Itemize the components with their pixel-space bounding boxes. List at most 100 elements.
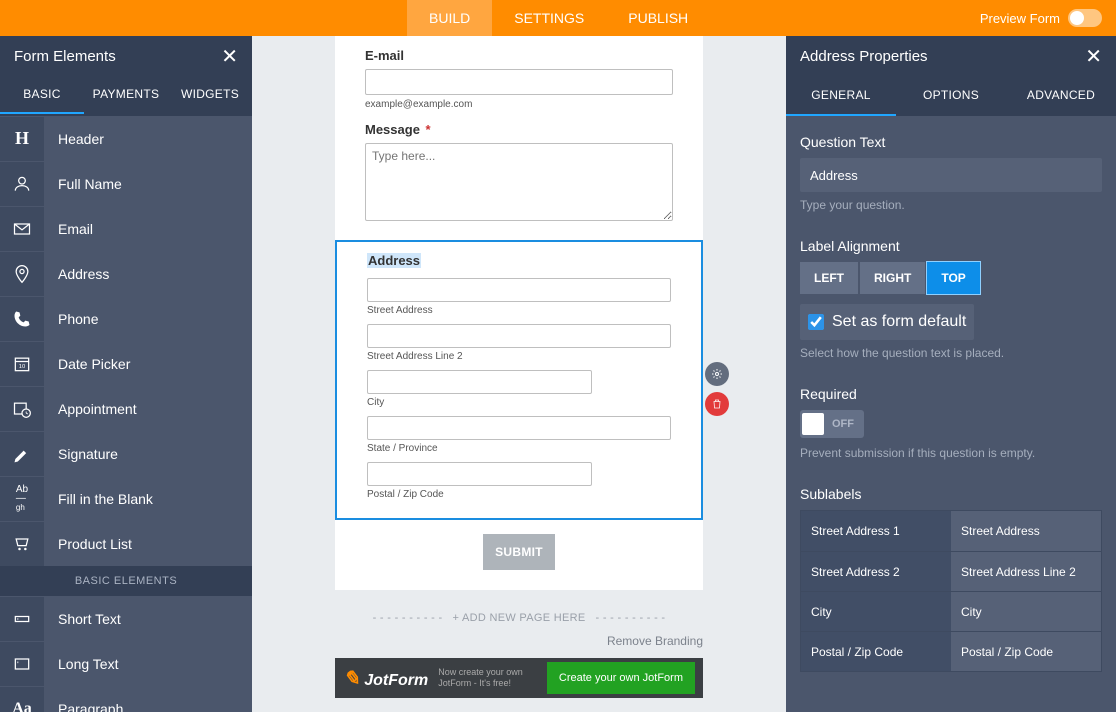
close-icon[interactable]: ✕ (221, 44, 238, 69)
alignment-segment: LEFT RIGHT TOP (800, 262, 1102, 294)
paragraph-icon: Aa (0, 687, 44, 712)
right-tab-advanced[interactable]: ADVANCED (1006, 76, 1116, 116)
element-phone[interactable]: Phone (0, 296, 252, 341)
preview-toggle[interactable] (1068, 9, 1102, 27)
right-tabs: GENERAL OPTIONS ADVANCED (786, 76, 1116, 116)
email-hint: example@example.com (365, 99, 673, 110)
set-default-row[interactable]: Set as form default (800, 304, 974, 340)
element-label: Signature (44, 446, 252, 462)
left-tab-widgets[interactable]: WIDGETS (168, 76, 252, 114)
blank-icon: Ab—gh (0, 477, 44, 521)
align-right-button[interactable]: RIGHT (860, 262, 925, 294)
element-label: Address (44, 266, 252, 282)
top-nav: BUILD SETTINGS PUBLISH (407, 0, 710, 36)
gear-icon[interactable] (705, 362, 729, 386)
tab-publish[interactable]: PUBLISH (606, 0, 710, 36)
element-fill-blank[interactable]: Ab—gh Fill in the Blank (0, 476, 252, 521)
question-text-input[interactable] (800, 158, 1102, 192)
sublabel-value[interactable]: Street Address Line 2 (951, 552, 1101, 591)
question-text-label: Question Text (800, 134, 1102, 150)
state-input[interactable] (367, 416, 671, 440)
email-field-label: E-mail (365, 48, 673, 63)
jotform-logo: ✎ JotForm (343, 666, 428, 691)
element-long-text[interactable]: Long Text (0, 641, 252, 686)
set-default-label: Set as form default (832, 313, 966, 331)
element-label: Short Text (44, 611, 252, 627)
question-text-hint: Type your question. (800, 198, 1102, 212)
city-sublabel: City (367, 397, 671, 408)
promo-banner: ✎ JotForm Now create your own JotForm - … (335, 658, 703, 698)
message-textarea[interactable] (365, 143, 673, 221)
set-default-checkbox[interactable] (808, 314, 824, 330)
required-hint: Prevent submission if this question is e… (800, 446, 1102, 460)
right-panel-title: Address Properties (800, 48, 928, 65)
left-tabs: BASIC PAYMENTS WIDGETS (0, 76, 252, 116)
element-paragraph[interactable]: Aa Paragraph (0, 686, 252, 712)
remove-branding-link[interactable]: Remove Branding (335, 634, 703, 648)
address-block-selected[interactable]: Address Street Address Street Address Li… (335, 240, 703, 520)
left-tab-payments[interactable]: PAYMENTS (84, 76, 168, 114)
left-tab-basic[interactable]: BASIC (0, 76, 84, 114)
right-tab-general[interactable]: GENERAL (786, 76, 896, 116)
required-off-label: OFF (824, 418, 862, 430)
pin-icon (0, 252, 44, 296)
tab-build[interactable]: BUILD (407, 0, 492, 36)
right-tab-options[interactable]: OPTIONS (896, 76, 1006, 116)
element-label: Fill in the Blank (44, 491, 252, 507)
label-alignment-label: Label Alignment (800, 238, 1102, 254)
promo-text: Now create your own JotForm - It's free! (438, 667, 547, 689)
section-basic-elements: BASIC ELEMENTS (0, 566, 252, 596)
right-panel: Address Properties ✕ GENERAL OPTIONS ADV… (786, 36, 1116, 712)
left-panel-header: Form Elements ✕ (0, 36, 252, 76)
element-short-text[interactable]: Short Text (0, 596, 252, 641)
element-email[interactable]: Email (0, 206, 252, 251)
sublabel-value[interactable]: City (951, 592, 1101, 631)
mail-icon (0, 207, 44, 251)
form-area: E-mail example@example.com Message * Add… (335, 36, 703, 590)
postal-sublabel: Postal / Zip Code (367, 489, 671, 500)
toggle-handle (802, 413, 824, 435)
sublabel-value[interactable]: Street Address (951, 511, 1101, 551)
element-product-list[interactable]: Product List (0, 521, 252, 566)
email-input[interactable] (365, 69, 673, 95)
city-input[interactable] (367, 370, 592, 394)
align-top-button[interactable]: TOP (927, 262, 979, 294)
element-label: Phone (44, 311, 252, 327)
tab-settings[interactable]: SETTINGS (492, 0, 606, 36)
alignment-hint: Select how the question text is placed. (800, 346, 1102, 360)
required-toggle[interactable]: OFF (800, 410, 864, 438)
add-new-page[interactable]: - - - - - - - - - - + ADD NEW PAGE HERE … (335, 612, 703, 624)
promo-cta-button[interactable]: Create your own JotForm (547, 662, 695, 694)
element-label: Paragraph (44, 701, 252, 712)
message-field-label: Message * (365, 122, 673, 137)
street2-sublabel: Street Address Line 2 (367, 351, 671, 362)
pen-icon (0, 432, 44, 476)
submit-button[interactable]: SUBMIT (483, 534, 555, 570)
trash-icon[interactable] (705, 392, 729, 416)
sublabel-key: Street Address 2 (801, 552, 951, 591)
right-body: Question Text Type your question. Label … (786, 116, 1116, 712)
street2-input[interactable] (367, 324, 671, 348)
element-full-name[interactable]: Full Name (0, 161, 252, 206)
element-header[interactable]: H Header (0, 116, 252, 161)
sublabel-value[interactable]: Postal / Zip Code (951, 632, 1101, 671)
required-label: Required (800, 386, 1102, 402)
street-input[interactable] (367, 278, 671, 302)
form-canvas[interactable]: E-mail example@example.com Message * Add… (252, 36, 786, 712)
long-text-icon (0, 642, 44, 686)
element-signature[interactable]: Signature (0, 431, 252, 476)
sublabel-row: Street Address 1 Street Address (801, 511, 1101, 551)
element-appointment[interactable]: Appointment (0, 386, 252, 431)
element-address[interactable]: Address (0, 251, 252, 296)
element-date-picker[interactable]: 10 Date Picker (0, 341, 252, 386)
address-label[interactable]: Address (367, 253, 421, 268)
close-icon[interactable]: ✕ (1085, 44, 1102, 69)
sublabel-key: Street Address 1 (801, 511, 951, 551)
align-left-button[interactable]: LEFT (800, 262, 858, 294)
calendar-icon: 10 (0, 342, 44, 386)
cart-icon (0, 522, 44, 566)
right-panel-header: Address Properties ✕ (786, 36, 1116, 76)
calendar-clock-icon (0, 387, 44, 431)
preview-label: Preview Form (980, 11, 1060, 26)
postal-input[interactable] (367, 462, 592, 486)
